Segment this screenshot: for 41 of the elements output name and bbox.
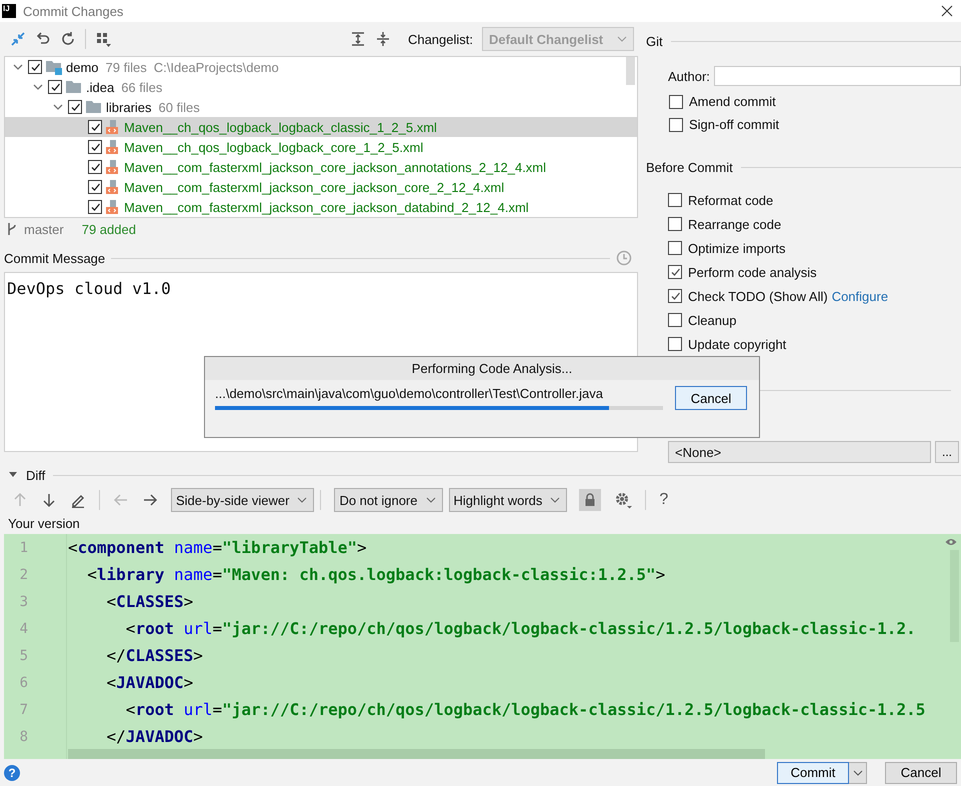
- file-path: ...\demo\src\main\java\com\guo\demo\controller\Test\Controller.java: [215, 386, 604, 402]
- section-title: Git: [646, 34, 663, 48]
- line-number: 7: [18, 702, 28, 718]
- file-count: 60 files: [158, 100, 200, 114]
- tree-item-name: Maven__ch_qos_logback_logback_core_1_2_5.xml: [124, 140, 424, 154]
- folder-path: C:\IdeaProjects\demo: [154, 60, 279, 74]
- line-number: 3: [18, 594, 28, 610]
- code-line: <library name="Maven: ch.qos.logback:logback-classic:1.2.5">: [86, 565, 666, 584]
- code-line: </CLASSES>: [106, 646, 203, 665]
- tree-item-name: Maven__ch_qos_logback_logback_classic_1_2_5.xml: [124, 120, 437, 134]
- tree-item-name: demo: [66, 60, 99, 74]
- tree-item-name: Maven__com_fasterxml_jackson_core_jackson_annotations_2_12_4.xml: [124, 160, 546, 174]
- tree-item-name: .idea: [86, 80, 114, 94]
- code-line: <root url="jar://C:/repo/ch/qos/logback/logback-classic/1.2.5/logback-classic-1.2.: [124, 619, 916, 638]
- tree-item-name: libraries: [106, 100, 152, 114]
- version-label: Your version: [7, 515, 81, 533]
- code-line: <CLASSES>: [106, 592, 194, 611]
- commit-message-label: Commit Message: [4, 251, 106, 266]
- diff-title: Diff: [26, 468, 46, 482]
- code-line: <JAVADOC>: [106, 673, 194, 692]
- file-count: 79 files: [106, 60, 147, 74]
- line-number: 2: [18, 566, 28, 582]
- section-title: Before Commit: [646, 160, 733, 174]
- line-number: 1: [18, 540, 28, 556]
- line-number: 6: [18, 674, 28, 690]
- change-summary: 79 added: [82, 222, 136, 236]
- dialog-title: Performing Code Analysis...: [205, 357, 759, 380]
- author-label: Author:: [668, 68, 710, 84]
- tree-item-name: Maven__com_fasterxml_jackson_core_jackson_core_2_12_4.xml: [124, 180, 504, 194]
- changelist-label: Changelist:: [408, 32, 473, 46]
- branch-name: master: [24, 222, 64, 236]
- line-number: 8: [18, 728, 28, 744]
- line-number: 4: [18, 620, 28, 636]
- file-count: 66 files: [121, 80, 162, 94]
- code-line: <root url="jar://C:/repo/ch/qos/logback/logback-classic/1.2.5/logback-classic-1.2.5: [124, 700, 926, 719]
- code-line: <component name="libraryTable">: [68, 538, 367, 557]
- window-title: Commit Changes: [23, 4, 124, 18]
- line-number: 5: [18, 648, 28, 664]
- tree-item-name: Maven__com_fasterxml_jackson_core_jackson_databind_2_12_4.xml: [124, 200, 529, 214]
- code-line: </JAVADOC>: [106, 727, 203, 746]
- app-logo-icon: IJ: [2, 4, 16, 18]
